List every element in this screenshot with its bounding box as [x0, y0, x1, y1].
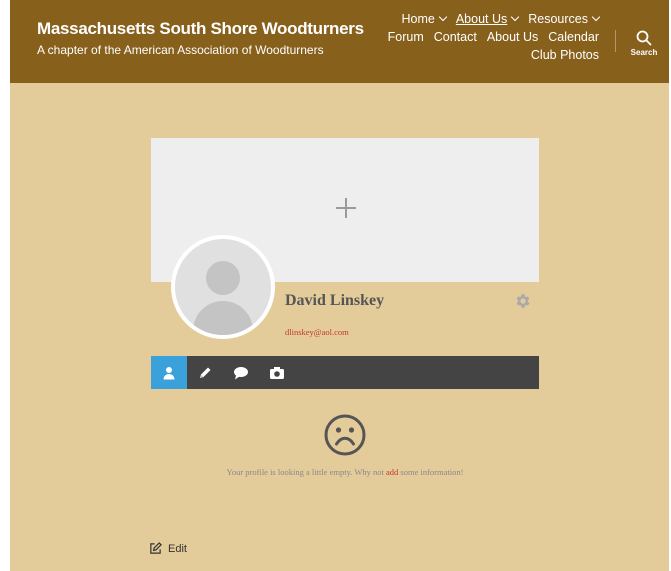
- avatar-head: [206, 261, 240, 295]
- tab-photos[interactable]: [259, 356, 295, 389]
- tab-about[interactable]: [151, 356, 187, 389]
- profile-tabs: [151, 356, 539, 389]
- camera-icon: [270, 366, 284, 379]
- chevron-down-icon[interactable]: [591, 12, 601, 22]
- empty-message-text: Your profile is looking a little empty. …: [226, 467, 386, 477]
- gear-icon[interactable]: [514, 292, 532, 315]
- tab-comments[interactable]: [223, 356, 259, 389]
- profile-email[interactable]: dlinskey@aol.com: [285, 327, 349, 337]
- nav-item-contact[interactable]: Contact: [434, 30, 477, 44]
- avatar-body: [193, 301, 253, 335]
- empty-message-text-end: some information!: [398, 467, 464, 477]
- profile-display-name[interactable]: David Linskey: [285, 292, 384, 310]
- edit-icon: [150, 542, 162, 554]
- nav-row-2: Forum Contact About Us Calendar: [369, 30, 599, 44]
- nav-label: Resources: [528, 12, 588, 26]
- comment-icon: [234, 366, 248, 379]
- nav-row-1: Home About Us Resources: [369, 12, 601, 26]
- page: Massachusetts South Shore Woodturners A …: [10, 0, 669, 571]
- site-title[interactable]: Massachusetts South Shore Woodturners: [37, 19, 364, 39]
- chevron-down-icon[interactable]: [438, 12, 448, 22]
- nav-item-home[interactable]: Home: [401, 12, 448, 26]
- search-toggle[interactable]: Search: [624, 30, 664, 57]
- search-label: Search: [630, 48, 658, 57]
- sad-face-icon: [323, 413, 367, 462]
- profile-avatar[interactable]: [171, 235, 275, 339]
- nav-row-3: Club Photos: [369, 48, 599, 62]
- nav-item-club-photos[interactable]: Club Photos: [531, 48, 599, 62]
- nav-item-forum[interactable]: Forum: [388, 30, 424, 44]
- nav-item-calendar[interactable]: Calendar: [548, 30, 599, 44]
- user-icon: [163, 366, 175, 379]
- edit-label: Edit: [168, 542, 187, 555]
- nav-item-about-us-2[interactable]: About Us: [487, 30, 538, 44]
- plus-icon[interactable]: [334, 196, 358, 220]
- header-divider: [615, 30, 616, 52]
- tab-posts[interactable]: [187, 356, 223, 389]
- nav-label: Home: [401, 12, 435, 26]
- chevron-down-icon[interactable]: [511, 12, 520, 22]
- nav-item-resources[interactable]: Resources: [528, 12, 601, 26]
- nav-label: About Us: [455, 12, 508, 26]
- search-icon: [636, 30, 652, 46]
- site-description: A chapter of the American Association of…: [37, 43, 324, 57]
- site-header: Massachusetts South Shore Woodturners A …: [10, 0, 669, 83]
- primary-nav: Home About Us Resources Forum Contact Ab…: [369, 12, 601, 66]
- add-info-link[interactable]: add: [386, 467, 398, 477]
- edit-link[interactable]: Edit: [149, 542, 187, 555]
- empty-profile-message: Your profile is looking a little empty. …: [151, 467, 539, 477]
- pencil-icon: [200, 367, 211, 378]
- nav-item-about-us[interactable]: About Us: [455, 12, 520, 26]
